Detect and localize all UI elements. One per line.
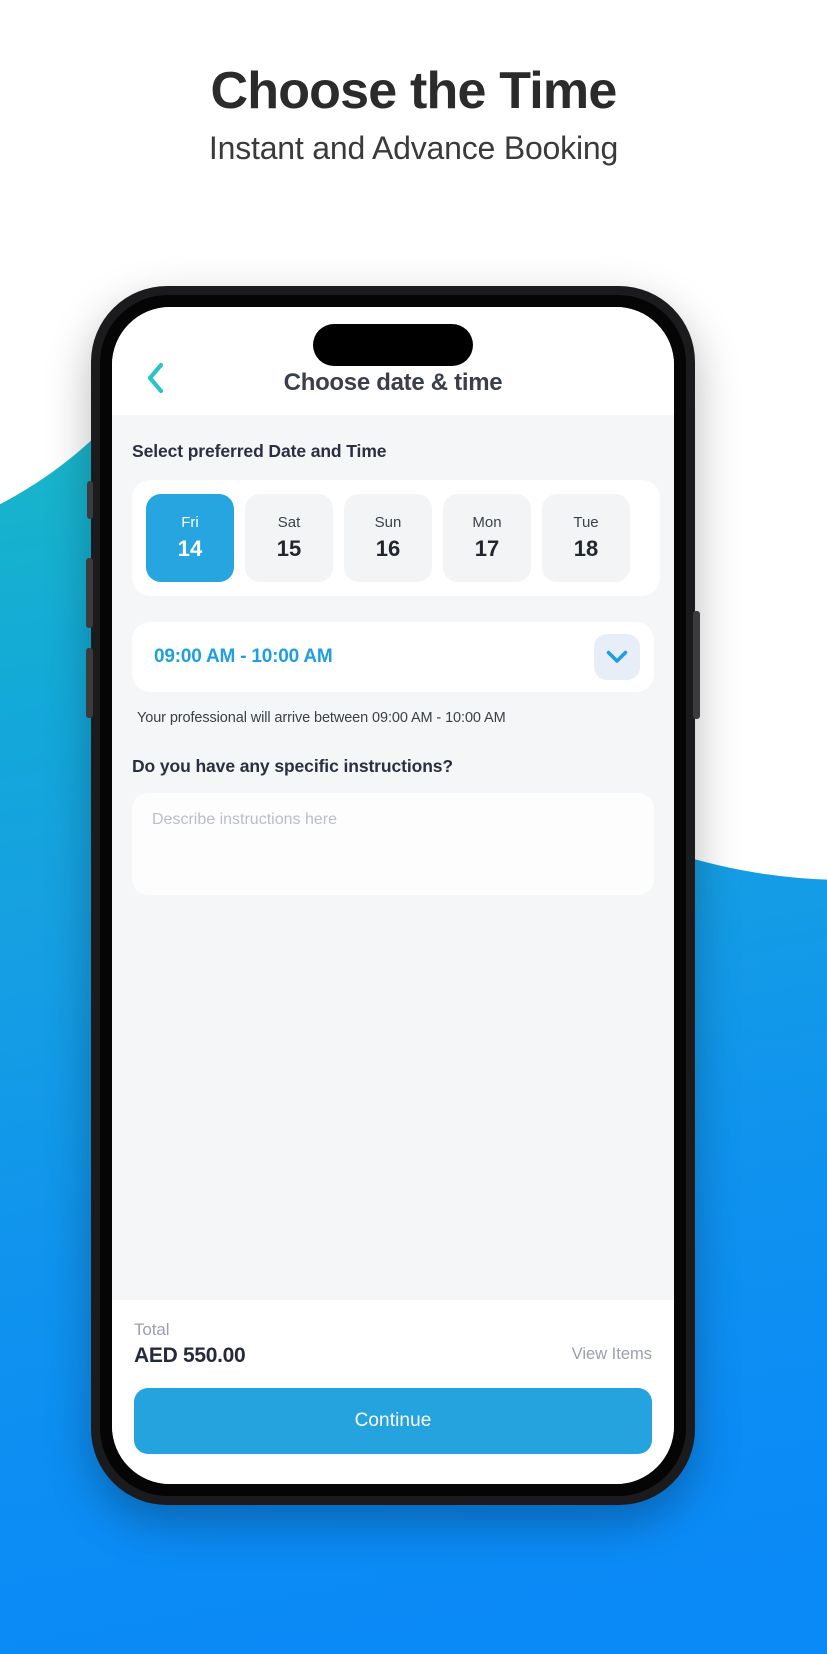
- phone-volume-up-button: [86, 558, 93, 628]
- dynamic-island: [313, 324, 473, 366]
- phone-power-button: [693, 611, 700, 719]
- date-chip-dow: Sun: [374, 514, 402, 531]
- date-picker-strip[interactable]: Fri 14 Sat 15 Sun 16 Mon 17 Tue 18: [132, 480, 660, 596]
- instructions-input[interactable]: [132, 793, 654, 895]
- phone-mockup: Choose date & time Select preferred Date…: [86, 286, 700, 1505]
- continue-button[interactable]: Continue: [134, 1388, 652, 1454]
- promo-title: Choose the Time: [210, 62, 617, 120]
- date-chip-tue-18[interactable]: Tue 18: [542, 494, 630, 582]
- date-chip-dow: Tue: [573, 514, 599, 531]
- date-chip-fri-14[interactable]: Fri 14: [146, 494, 234, 582]
- phone-volume-down-button: [86, 648, 93, 718]
- promo-subtitle: Instant and Advance Booking: [208, 130, 619, 167]
- time-slot-value: 09:00 AM - 10:00 AM: [154, 646, 333, 667]
- promo-header: Choose the Time Instant and Advance Book…: [0, 62, 827, 167]
- date-section-label: Select preferred Date and Time: [132, 441, 387, 461]
- date-chip-day: 14: [177, 536, 203, 561]
- checkout-summary: Total AED 550.00 View Items: [134, 1320, 652, 1368]
- content-area: Select preferred Date and Time Fri 14 Sa…: [112, 415, 674, 1300]
- total-block: Total AED 550.00: [134, 1320, 246, 1368]
- total-label: Total: [134, 1320, 170, 1339]
- chevron-left-icon: [144, 361, 166, 400]
- chevron-down-icon[interactable]: [594, 634, 640, 680]
- phone-bezel: Choose date & time Select preferred Date…: [100, 295, 686, 1496]
- arrival-note: Your professional will arrive between 09…: [137, 710, 506, 726]
- date-chip-mon-17[interactable]: Mon 17: [443, 494, 531, 582]
- back-button[interactable]: [134, 359, 176, 401]
- phone-screen: Choose date & time Select preferred Date…: [112, 307, 674, 1484]
- page-title: Choose date & time: [283, 369, 503, 396]
- date-chip-dow: Mon: [472, 514, 502, 531]
- date-chip-day: 15: [276, 536, 302, 561]
- date-chip-dow: Sat: [277, 514, 301, 531]
- view-items-link[interactable]: View Items: [572, 1345, 652, 1368]
- instructions-question: Do you have any specific instructions?: [132, 756, 454, 776]
- date-chip-day: 18: [573, 536, 599, 561]
- checkout-bar: Total AED 550.00 View Items Continue: [112, 1300, 674, 1484]
- date-chip-day: 16: [375, 536, 401, 561]
- date-chip-day: 17: [474, 536, 500, 561]
- date-chip-sat-15[interactable]: Sat 15: [245, 494, 333, 582]
- date-chip-dow: Fri: [181, 514, 199, 531]
- date-chip-sun-16[interactable]: Sun 16: [344, 494, 432, 582]
- time-slot-selector[interactable]: 09:00 AM - 10:00 AM: [132, 622, 654, 692]
- total-amount: AED 550.00: [134, 1344, 246, 1367]
- phone-silent-switch: [87, 481, 93, 519]
